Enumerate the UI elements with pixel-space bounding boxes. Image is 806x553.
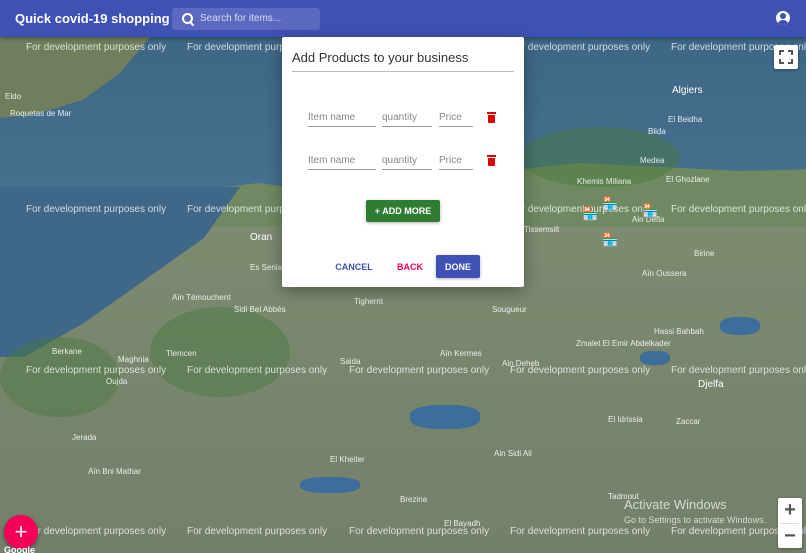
map-watermark: For development purposes only xyxy=(671,365,806,376)
map-watermark: For development purposes only xyxy=(510,526,651,537)
map-watermark: For development purposes only xyxy=(510,365,651,376)
item-name-field[interactable] xyxy=(308,107,376,127)
map-watermark: For development purposes only xyxy=(26,42,167,53)
map-label: Zaccar xyxy=(676,417,701,426)
price-input[interactable] xyxy=(439,108,473,123)
zoom-out-button[interactable]: − xyxy=(778,524,802,549)
quantity-field[interactable] xyxy=(382,150,432,170)
map-lake xyxy=(300,477,360,493)
map-label: Ain Sidi Ali xyxy=(494,449,532,458)
map-label: Maghnia xyxy=(118,355,149,364)
map-label: Brezina xyxy=(400,495,428,504)
add-business-fab[interactable]: + xyxy=(4,515,38,549)
dialog-title: Add Products to your business xyxy=(292,50,469,65)
price-field[interactable] xyxy=(439,107,473,127)
map-label: Oujda xyxy=(106,377,128,386)
quantity-field[interactable] xyxy=(382,107,432,127)
back-button[interactable]: BACK xyxy=(392,255,428,278)
fullscreen-button[interactable] xyxy=(774,45,798,69)
map-lake xyxy=(640,351,670,365)
map-label: Zmalet El Emir Abdelkader xyxy=(576,339,671,348)
app-bar: Quick covid-19 shopping xyxy=(0,0,806,37)
map-watermark: For development purposes only xyxy=(510,42,651,53)
google-logo: Google xyxy=(4,545,35,553)
delete-icon[interactable] xyxy=(487,155,496,166)
map-label: Jerada xyxy=(72,433,97,442)
item-name-input[interactable] xyxy=(308,151,376,166)
store-icon[interactable]: 🏪 xyxy=(582,207,598,221)
map-watermark: For development purposes only xyxy=(26,526,167,537)
map-watermark: For development purposes only xyxy=(26,204,167,215)
store-icon[interactable]: 🏪 xyxy=(602,197,618,211)
app-title: Quick covid-19 shopping xyxy=(15,11,170,26)
product-row xyxy=(308,107,508,131)
product-row xyxy=(308,150,508,174)
map-watermark: For development purposes only xyxy=(26,365,167,376)
search-icon xyxy=(181,12,194,26)
add-more-button[interactable]: + ADD MORE xyxy=(366,200,440,222)
map-lake xyxy=(410,405,480,429)
map-label: Tlemcen xyxy=(166,349,197,358)
map-label: Tigherrit xyxy=(354,297,384,306)
delete-icon[interactable] xyxy=(487,112,496,123)
done-button[interactable]: DONE xyxy=(436,255,480,278)
activate-subtitle: Go to Settings to activate Windows. xyxy=(624,515,767,525)
map-label: Hassi Bahbah xyxy=(654,327,704,336)
map-label: Roquetas de Mar xyxy=(10,109,72,118)
map-label: Eldo xyxy=(5,92,22,101)
store-icon[interactable]: 🏪 xyxy=(602,233,618,247)
fullscreen-icon xyxy=(779,50,793,64)
map-label: Aïn Témouchent xyxy=(172,293,231,302)
cancel-button[interactable]: CANCEL xyxy=(332,255,376,278)
zoom-in-button[interactable]: + xyxy=(778,498,802,523)
map-label: Berkane xyxy=(52,347,82,356)
map-label: Birine xyxy=(694,249,715,258)
zoom-controls: + − xyxy=(778,498,802,548)
map-label: Sidi Bel Abbès xyxy=(234,305,286,314)
map-label: Aïn Oussera xyxy=(642,269,687,278)
map-watermark: For development purposes only xyxy=(187,365,328,376)
map-label: Aïn Kermes xyxy=(440,349,482,358)
search-input[interactable] xyxy=(200,13,320,24)
item-name-field[interactable] xyxy=(308,150,376,170)
search-box[interactable] xyxy=(172,7,320,30)
map-label: El Ghozlane xyxy=(666,175,710,184)
dialog-divider xyxy=(292,71,514,72)
store-icon[interactable]: 🏪 xyxy=(642,204,658,218)
map-label: El Beidha xyxy=(668,115,703,124)
map-label: Blida xyxy=(648,127,666,136)
map-label: Tissemsilt xyxy=(524,225,560,234)
price-field[interactable] xyxy=(439,150,473,170)
price-input[interactable] xyxy=(439,151,473,166)
map-watermark: For development purposes only xyxy=(510,204,651,215)
map-label: Sougueur xyxy=(492,305,527,314)
item-name-input[interactable] xyxy=(308,108,376,123)
quantity-input[interactable] xyxy=(382,151,432,166)
account-circle-icon[interactable] xyxy=(776,11,790,25)
add-products-dialog: Add Products to your business + ADD MORE xyxy=(282,37,524,287)
quantity-input[interactable] xyxy=(382,108,432,123)
map-watermark: For development purposes only xyxy=(349,526,490,537)
map-watermark: For development purposes only xyxy=(349,365,490,376)
map-label: Djelfa xyxy=(698,379,724,390)
activate-title: Activate Windows xyxy=(624,497,727,512)
map-label: Es Senia xyxy=(250,263,283,272)
map-label: El Kheiter xyxy=(330,455,365,464)
map-watermark: For development purposes only xyxy=(671,204,806,215)
map-label: Aïn Bni Mathar xyxy=(88,467,141,476)
map-watermark: For development purposes only xyxy=(187,526,328,537)
windows-activation-overlay: Activate Windows Go to Settings to activ… xyxy=(624,497,766,525)
map-label: Algiers xyxy=(672,85,703,96)
map-label: Medea xyxy=(640,156,665,165)
map-label: El Idrissia xyxy=(608,415,643,424)
map-label: Khemis Miliana xyxy=(577,177,632,186)
map-label: Oran xyxy=(250,232,273,243)
map-lake xyxy=(720,317,760,335)
